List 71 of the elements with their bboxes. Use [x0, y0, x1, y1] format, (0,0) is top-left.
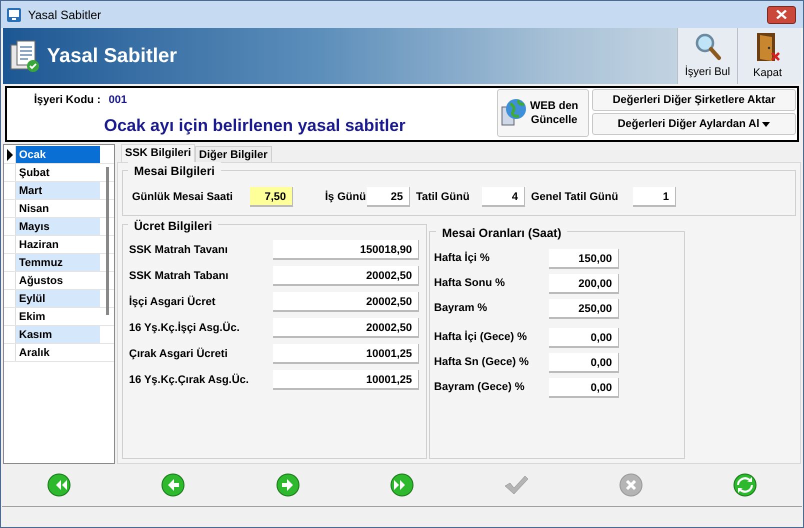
field-label: Bayram %: [434, 301, 488, 316]
next-button[interactable]: [274, 471, 302, 499]
close-button[interactable]: Kapat: [737, 28, 797, 84]
field-label: İşyeri Kodu :: [34, 92, 101, 108]
input-field[interactable]: 7,50: [250, 187, 293, 207]
input-field[interactable]: 150018,90: [273, 240, 419, 260]
input-field[interactable]: 200,00: [549, 274, 619, 294]
input-field[interactable]: 20002,50: [273, 292, 419, 312]
field-label: Hafta İçi (Gece) %: [434, 330, 528, 346]
input-field[interactable]: 1: [633, 187, 676, 207]
prev-button[interactable]: [159, 471, 188, 499]
field-label: Hafta Sn (Gece) %: [434, 355, 530, 370]
company-code: 001: [108, 93, 127, 108]
tab[interactable]: Diğer Bilgiler: [195, 146, 272, 162]
input-field[interactable]: 20002,50: [273, 318, 419, 338]
input-field[interactable]: 150,00: [549, 248, 619, 268]
input-field[interactable]: 4: [482, 187, 525, 207]
field-label: İşçi Asgari Ücret: [129, 294, 216, 310]
input-field[interactable]: 10001,25: [273, 370, 419, 390]
field-label: Günlük Mesai Saati: [132, 190, 234, 205]
month-item[interactable]: Temmuz: [16, 254, 100, 271]
action-button[interactable]: Değerleri Diğer Şirketlere Aktar: [592, 89, 796, 111]
field-label: Bayram (Gece) %: [434, 380, 526, 396]
refresh-icon: [732, 473, 757, 497]
input-field[interactable]: 10001,25: [273, 344, 419, 364]
last-record-icon: [390, 473, 414, 497]
scrollbar[interactable]: [106, 167, 109, 315]
group-title: Ücret Bilgileri: [128, 217, 218, 235]
field-label: Genel Tatil Günü: [531, 190, 620, 205]
previous-icon: [161, 473, 186, 497]
cancel-icon: [618, 473, 643, 497]
refresh-button[interactable]: [730, 471, 759, 499]
input-field[interactable]: 0,00: [549, 328, 619, 348]
first-button[interactable]: [45, 471, 74, 499]
field-label: İş Günü: [325, 190, 367, 205]
field-label: Hafta Sonu %: [434, 276, 506, 292]
input-field[interactable]: 250,00: [549, 298, 619, 318]
month-item[interactable]: Mayıs: [16, 218, 100, 235]
checkmark-icon: [503, 474, 530, 496]
find-button[interactable]: İşyeri Bul: [677, 28, 737, 84]
field-label: SSK Matrah Tabanı: [129, 268, 230, 284]
page-heading: Ocak ayı için belirlenen yasal sabitler: [104, 114, 406, 136]
next-icon: [276, 473, 300, 497]
field-label: Çırak Asgari Ücreti: [129, 346, 229, 362]
field-label: Tatil Günü: [416, 190, 471, 205]
web-update-button[interactable]: WEB den Güncelle: [497, 89, 589, 137]
close-icon: [776, 10, 787, 19]
window-title: Yasal Sabitler: [28, 6, 102, 24]
last-button[interactable]: [388, 471, 416, 499]
magnifier-icon: [694, 32, 722, 62]
field-label: SSK Matrah Tavanı: [129, 242, 229, 258]
month-item[interactable]: Mart: [16, 182, 100, 199]
caret-icon: [762, 122, 770, 126]
tab[interactable]: SSK Bilgileri: [121, 144, 196, 162]
app-icon: [6, 6, 22, 22]
month-item[interactable]: Ocak: [16, 146, 100, 163]
dropdown-button[interactable]: Değerleri Diğer Aylardan Al: [592, 113, 796, 135]
field-label: Hafta İçi %: [434, 250, 491, 266]
first-record-icon: [47, 473, 72, 497]
input-field[interactable]: 20002,50: [273, 266, 419, 286]
group-title: Mesai Bilgileri: [128, 162, 221, 180]
header-title: Yasal Sabitler: [47, 44, 178, 69]
input-field[interactable]: 0,00: [549, 352, 619, 372]
month-item[interactable]: Kasım: [16, 326, 100, 343]
close-button[interactable]: [767, 6, 796, 24]
month-item[interactable]: Eylül: [16, 290, 100, 307]
input-field[interactable]: 0,00: [549, 378, 619, 398]
field-label: 16 Yş.Kç.İşçi Asg.Üc.: [129, 320, 241, 336]
field-label: 16 Yş.Kç.Çırak Asg.Üc.: [129, 372, 250, 388]
documents-icon: [9, 39, 41, 73]
input-field[interactable]: 25: [367, 187, 410, 207]
